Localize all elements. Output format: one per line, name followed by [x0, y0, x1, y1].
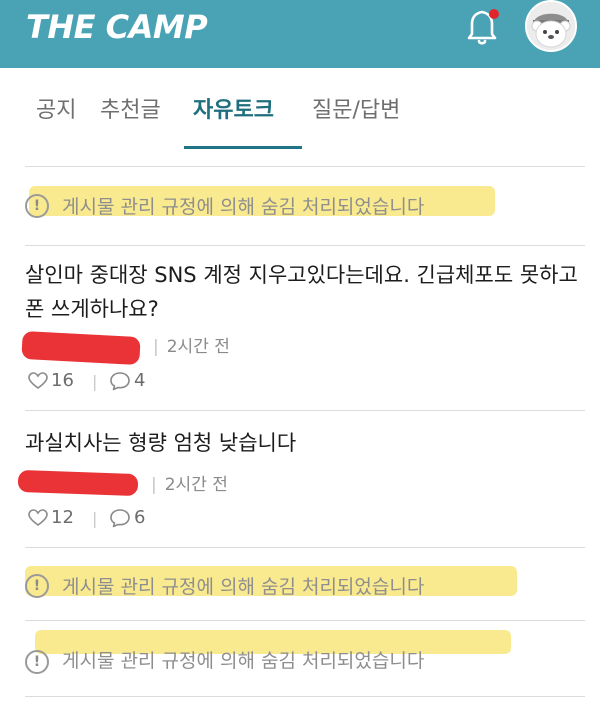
hidden-post-notice: ! 게시물 관리 규정에 의해 숨김 처리되었습니다	[25, 184, 585, 228]
post-time: 2시간 전	[166, 337, 230, 357]
app-header: THE CAMP	[0, 0, 600, 68]
exclamation-circle-icon: !	[25, 574, 49, 598]
like-count-value: 16	[51, 370, 74, 391]
divider	[25, 166, 585, 167]
redaction-mark	[17, 469, 139, 497]
category-tabs: 공지 추천글 자유토크 질문/답변	[0, 68, 600, 150]
hidden-post-notice: ! 게시물 관리 규정에 의해 숨김 처리되었습니다	[25, 630, 585, 674]
stat-separator: |	[92, 509, 98, 528]
tab-recommended[interactable]: 추천글	[100, 92, 161, 124]
tab-qna[interactable]: 질문/답변	[312, 92, 400, 124]
comment-bubble-icon	[110, 371, 130, 390]
exclamation-circle-icon: !	[25, 194, 49, 218]
post-title[interactable]: 살인마 중대장 SNS 계정 지우고있다는데요. 긴급체포도 못하고 폰 쓰게하…	[25, 258, 585, 326]
hidden-notice-text: 게시물 관리 규정에 의해 숨김 처리되었습니다	[62, 650, 425, 672]
redaction-mark	[21, 330, 141, 366]
like-count[interactable]: 16	[28, 370, 74, 391]
tab-notice[interactable]: 공지	[36, 92, 76, 124]
comment-count[interactable]: 4	[109, 370, 145, 391]
comment-bubble-icon	[110, 508, 130, 527]
heart-icon	[28, 371, 48, 389]
like-count-value: 12	[51, 507, 74, 528]
stat-separator: |	[92, 372, 98, 391]
bear-avatar-icon[interactable]	[525, 0, 577, 52]
divider	[25, 696, 585, 697]
comment-count-value: 4	[134, 370, 146, 391]
meta-separator: |	[151, 475, 157, 495]
active-tab-indicator	[184, 146, 302, 149]
bell-icon[interactable]	[460, 5, 506, 49]
divider	[25, 245, 585, 246]
comment-count-value: 6	[134, 507, 146, 528]
divider	[25, 620, 585, 621]
divider	[25, 547, 585, 548]
app-logo[interactable]: THE CAMP	[26, 8, 208, 46]
heart-icon	[28, 508, 48, 526]
post-title[interactable]: 과실치사는 형량 엄청 낮습니다	[25, 426, 585, 460]
post-time: 2시간 전	[164, 475, 228, 495]
comment-count[interactable]: 6	[109, 507, 145, 528]
hidden-post-notice: ! 게시물 관리 규정에 의해 숨김 처리되었습니다	[25, 562, 585, 606]
hidden-notice-text: 게시물 관리 규정에 의해 숨김 처리되었습니다	[62, 196, 425, 218]
exclamation-circle-icon: !	[25, 650, 49, 674]
hidden-notice-text: 게시물 관리 규정에 의해 숨김 처리되었습니다	[62, 576, 425, 598]
like-count[interactable]: 12	[28, 507, 74, 528]
tab-free-talk[interactable]: 자유토크	[193, 92, 274, 124]
notification-dot	[489, 9, 499, 19]
divider	[25, 410, 585, 411]
meta-separator: |	[153, 337, 159, 357]
